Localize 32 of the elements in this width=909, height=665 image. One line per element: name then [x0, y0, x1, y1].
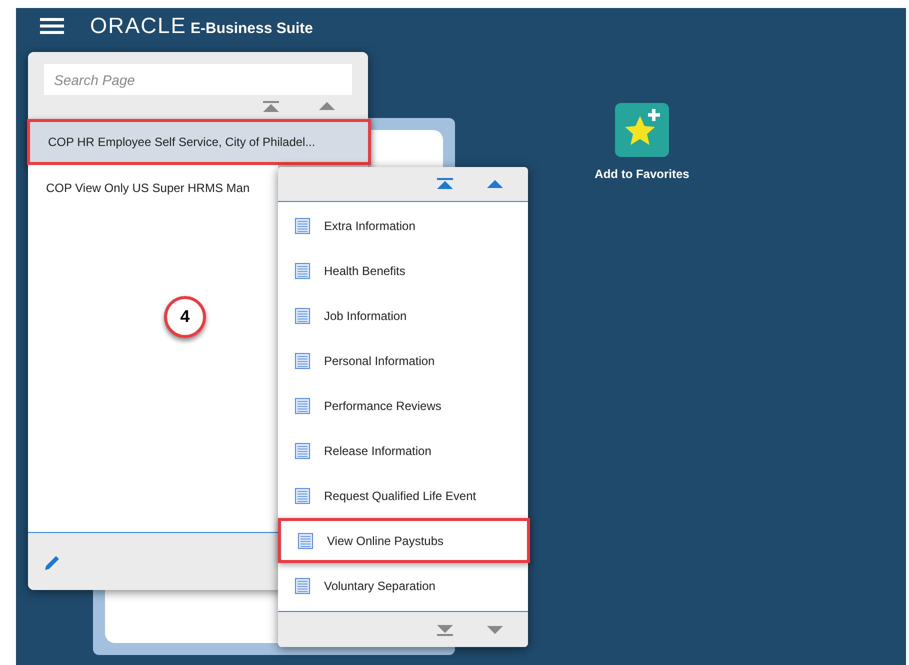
submenu-item[interactable]: Extra Information: [278, 203, 528, 248]
page-icon: [295, 488, 310, 504]
submenu-item[interactable]: Request Qualified Life Event: [278, 473, 528, 518]
page-icon: [295, 578, 310, 594]
scroll-up-icon[interactable]: [318, 101, 336, 111]
search-field[interactable]: Search Page: [44, 64, 352, 95]
submenu-item[interactable]: Release Information: [278, 428, 528, 473]
brand-logo: ORACLE: [90, 15, 186, 37]
add-favorite-icon[interactable]: [615, 103, 669, 157]
page-icon: [295, 218, 310, 234]
scroll-top-icon[interactable]: [436, 178, 454, 190]
scroll-top-icon[interactable]: [262, 101, 280, 113]
page-icon: [295, 352, 310, 368]
submenu-item[interactable]: Voluntary Separation: [278, 563, 528, 608]
product-name: E-Business Suite: [190, 21, 314, 36]
page-icon: [295, 398, 310, 414]
menu-icon[interactable]: [40, 18, 64, 34]
scroll-up-icon[interactable]: [486, 179, 504, 189]
submenu-item[interactable]: Personal Information: [278, 338, 528, 383]
page-icon: [295, 262, 310, 278]
submenu-item[interactable]: View Online Paystubs: [278, 518, 530, 563]
submenu-item[interactable]: Job Information: [278, 293, 528, 338]
submenu-item[interactable]: Performance Reviews: [278, 383, 528, 428]
page-icon: [295, 442, 310, 458]
page-icon: [295, 308, 310, 324]
page-icon: [298, 532, 313, 548]
favorites-label[interactable]: Add to Favorites: [594, 165, 690, 183]
scroll-bottom-icon[interactable]: [436, 624, 454, 636]
scroll-down-icon[interactable]: [486, 624, 504, 634]
submenu-item[interactable]: Health Benefits: [278, 248, 528, 293]
responsibility-item[interactable]: COP HR Employee Self Service, City of Philadel...: [27, 119, 371, 165]
step-badge: 4: [164, 296, 206, 338]
